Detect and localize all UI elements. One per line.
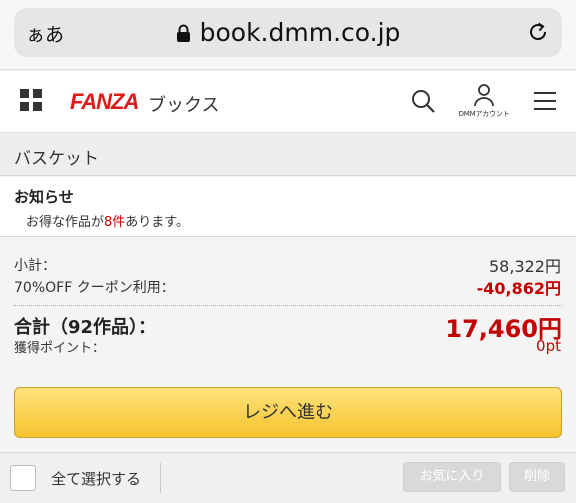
url-text: book.dmm.co.jp (199, 18, 401, 47)
add-to-favorites-button[interactable]: お気に入り (403, 462, 501, 492)
notice-text-after: あります。 (125, 215, 189, 230)
account-label: DMMアカウント (458, 110, 510, 118)
fanza-logo[interactable]: FANZA (70, 89, 139, 115)
page-title: バスケット (14, 149, 99, 169)
url-display[interactable]: book.dmm.co.jp (14, 18, 562, 47)
account-button[interactable]: DMMアカウント (456, 83, 512, 123)
notice-text-before: お得な作品が (26, 215, 105, 230)
address-bar[interactable]: ぁあ book.dmm.co.jp (14, 8, 562, 57)
select-all-label[interactable]: 全て選択する (51, 468, 141, 489)
footer-divider (160, 463, 161, 493)
coupon-value: -40,862円 (476, 279, 561, 298)
total-label: 合計（92作品）： (14, 317, 157, 338)
menu-icon[interactable] (534, 92, 556, 110)
notice-highlight-count[interactable]: 8件 (104, 215, 125, 230)
reload-icon[interactable] (526, 20, 550, 44)
subtotal-label: 小計： (14, 258, 56, 274)
notice-message: お得な作品が8件あります。 (26, 211, 189, 230)
grid-icon[interactable] (20, 89, 42, 111)
account-icon (474, 84, 494, 107)
browser-bar: ぁあ book.dmm.co.jp (0, 0, 576, 70)
points-value: 0pt (536, 337, 561, 355)
site-header: FANZA ブックス DMMアカウント (0, 71, 576, 133)
delete-button[interactable]: 削除 (509, 462, 565, 492)
checkout-button[interactable]: レジへ進む (14, 387, 562, 438)
coupon-label: 70%OFF クーポン利用： (14, 280, 175, 296)
notice-title: お知らせ (14, 188, 74, 206)
lock-icon (176, 24, 191, 42)
summary-divider (14, 305, 562, 306)
basket-header: バスケット (0, 134, 576, 176)
basket-actions-bar: 全て選択する お気に入り 削除 (0, 452, 576, 503)
points-label: 獲得ポイント： (14, 341, 106, 356)
logo-subtitle[interactable]: ブックス (148, 91, 219, 117)
select-all-checkbox[interactable] (10, 465, 36, 491)
subtotal-value: 58,322円 (489, 257, 561, 276)
notice-panel: お知らせ お得な作品が8件あります。 (0, 177, 576, 237)
order-summary: 小計： 58,322円 70%OFF クーポン利用： -40,862円 合計（9… (0, 238, 576, 458)
search-icon[interactable] (410, 88, 436, 114)
